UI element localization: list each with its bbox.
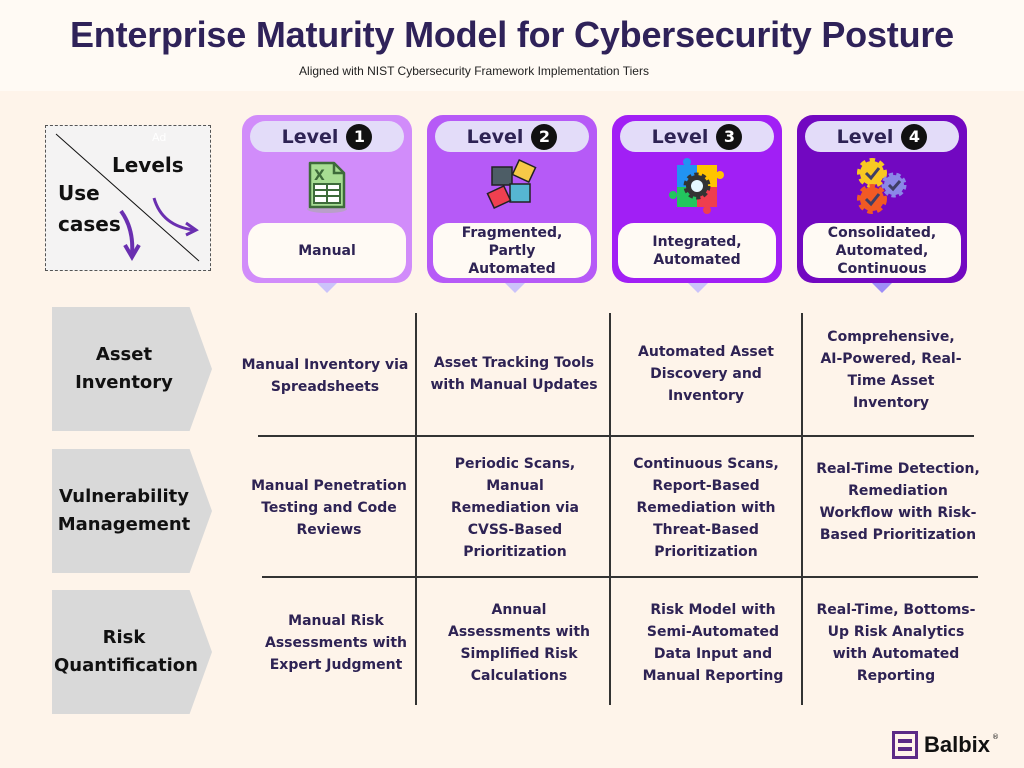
puzzle-gear-icon [669, 157, 725, 219]
matrix-cell: Automated Asset Discovery and Inventory [638, 344, 774, 404]
matrix-cell: Real-Time Detection, Remediation Workflo… [816, 461, 980, 543]
level-card-1: Level 1 X Manual [242, 115, 412, 283]
matrix-cell: Annual Assessments with Simplified Risk … [447, 602, 590, 684]
matrix-cell: Manual Risk Assessments with Expert Judg… [264, 613, 407, 673]
page-title: Enterprise Maturity Model for Cybersecur… [69, 14, 955, 55]
balbix-logo-icon [892, 731, 918, 759]
grid-divider-horizontal-2 [262, 576, 978, 578]
legend-use-line: Use [58, 181, 100, 205]
level-word: Level [651, 125, 709, 148]
puzzle-pieces-icon [482, 157, 542, 219]
use-case-vulnerability-management: Vulnerability Management [52, 449, 212, 573]
grid-divider-vertical-3 [801, 313, 803, 705]
legend-cases-line: cases [58, 212, 121, 236]
use-case-risk-quantification: Risk Quantification [52, 590, 212, 714]
level-number-badge: 1 [346, 123, 373, 150]
level-pointer-3 [688, 283, 708, 293]
matrix-cell: Manual Inventory via Spreadsheets [241, 357, 409, 395]
use-case-label: Risk Quantification [54, 627, 198, 676]
legend-use-cases-label: Use cases [58, 178, 121, 240]
level-card-2: Level 2 Fragmented, Partly Automated [427, 115, 597, 283]
brand-name: Balbix [924, 732, 991, 757]
axis-legend-box: Ad Levels Use cases [45, 125, 211, 271]
use-case-label: Vulnerability Management [57, 486, 191, 535]
page-subtitle: Aligned with NIST Cybersecurity Framewor… [299, 64, 649, 78]
matrix-cell: Risk Model with Semi-Automated Data Inpu… [642, 602, 784, 684]
level-description: Integrated, Automated [618, 223, 776, 278]
level-word: Level [466, 125, 524, 148]
level-pointer-1 [317, 283, 337, 293]
svg-text:X: X [314, 168, 325, 184]
gears-check-icon [852, 155, 912, 221]
brand-logo: Balbix ® [892, 731, 1003, 759]
spreadsheet-icon: X [302, 159, 352, 219]
level-header: Level 1 [250, 121, 404, 152]
registered-mark: ® [992, 733, 1000, 741]
level-card-3: Level 3 Integrated, Automated [612, 115, 782, 283]
level-number-badge: 4 [901, 123, 928, 150]
legend-levels-label: Levels [112, 153, 184, 177]
matrix-cell: Comprehensive, AI-Powered, Real-Time Ass… [820, 329, 962, 411]
level-pointer-2 [505, 283, 525, 293]
level-header: Level 3 [620, 121, 774, 152]
level-header: Level 4 [805, 121, 959, 152]
watermark-text: Ad [152, 131, 167, 144]
level-pointer-4 [872, 283, 892, 293]
level-card-4: Level 4 Consolidated, Automated, Continu… [797, 115, 967, 283]
level-description: Manual [248, 223, 406, 278]
matrix-cell: Manual Penetration Testing and Code Revi… [251, 478, 407, 538]
level-word: Level [836, 125, 894, 148]
level-header: Level 2 [435, 121, 589, 152]
matrix-cell: Continuous Scans, Report-Based Remediati… [633, 456, 779, 560]
matrix-cell: Periodic Scans, Manual Remediation via C… [451, 456, 579, 560]
matrix-cell: Asset Tracking Tools with Manual Updates [430, 355, 598, 393]
level-number-badge: 2 [531, 123, 558, 150]
use-case-asset-inventory: Asset Inventory [52, 307, 212, 431]
use-case-label: Asset Inventory [75, 344, 173, 393]
grid-divider-vertical-2 [609, 313, 611, 705]
matrix-cell: Real-Time, Bottoms-Up Risk Analytics wit… [816, 602, 976, 684]
level-number-badge: 3 [716, 123, 743, 150]
level-word: Level [281, 125, 339, 148]
level-description: Consolidated, Automated, Continuous [803, 223, 961, 278]
level-description: Fragmented, Partly Automated [433, 223, 591, 278]
